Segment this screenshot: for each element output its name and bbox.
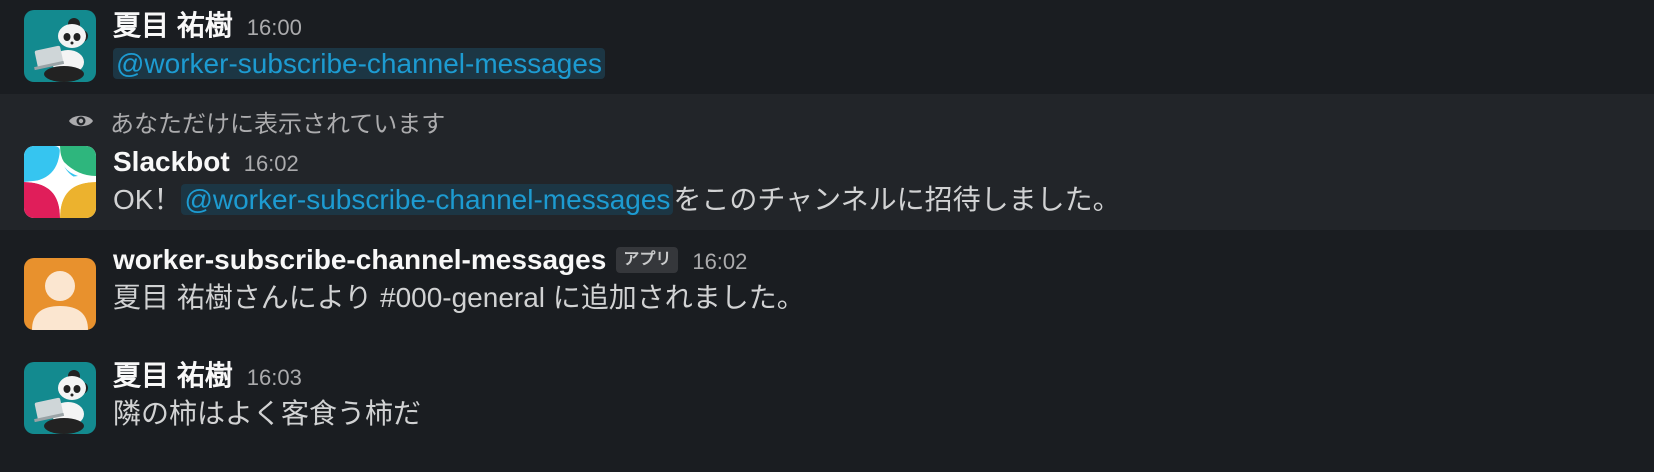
author-name[interactable]: 夏目 祐樹 [113,358,233,394]
timestamp[interactable]: 16:03 [247,360,302,396]
user-silhouette-avatar[interactable] [24,258,96,330]
timestamp[interactable]: 16:00 [247,10,302,46]
author-name[interactable]: Slackbot [113,144,230,180]
message-body: 隣の柿はよく客食う柿だ [113,398,422,429]
message-body: @worker-subscribe-channel-messages [113,44,1634,84]
panda-avatar[interactable] [24,10,96,82]
panda-avatar[interactable] [24,362,96,434]
eye-icon [69,115,93,127]
message-item[interactable]: 夏目 祐樹 16:00 @worker-subscribe-channel-me… [0,0,1654,94]
message-feed: 夏目 祐樹 16:00 @worker-subscribe-channel-me… [0,0,1654,472]
message-text-prefix: OK！ [113,184,182,215]
message-body: OK！ @worker-subscribe-channel-messages をこの… [113,180,1634,220]
message-text-suffix: をこのチャンネルに招待しました。 [673,184,1121,215]
timestamp[interactable]: 16:02 [244,146,299,182]
author-name[interactable]: 夏目 祐樹 [113,8,233,44]
ephemeral-message-item[interactable]: あなただけに表示されています Slackbot 16:02 OK！ @worker… [0,94,1654,230]
user-mention[interactable]: @worker-subscribe-channel-messages [181,184,674,215]
app-badge: アプリ [616,247,679,273]
message-item[interactable]: 夏目 祐樹 16:03 隣の柿はよく客食う柿だ [0,340,1654,472]
only-visible-to-you-note: あなただけに表示されています [68,106,446,138]
user-mention[interactable]: @worker-subscribe-channel-messages [113,48,605,79]
author-name[interactable]: worker-subscribe-channel-messages [113,242,606,278]
timestamp[interactable]: 16:02 [692,244,747,280]
message-item[interactable]: worker-subscribe-channel-messages アプリ 16… [0,230,1654,340]
slackbot-avatar[interactable] [24,146,96,218]
message-body: 夏目 祐樹さんにより #000-general に追加されました。 [113,282,805,313]
ephemeral-note-text: あなただけに表示されています [110,110,446,138]
